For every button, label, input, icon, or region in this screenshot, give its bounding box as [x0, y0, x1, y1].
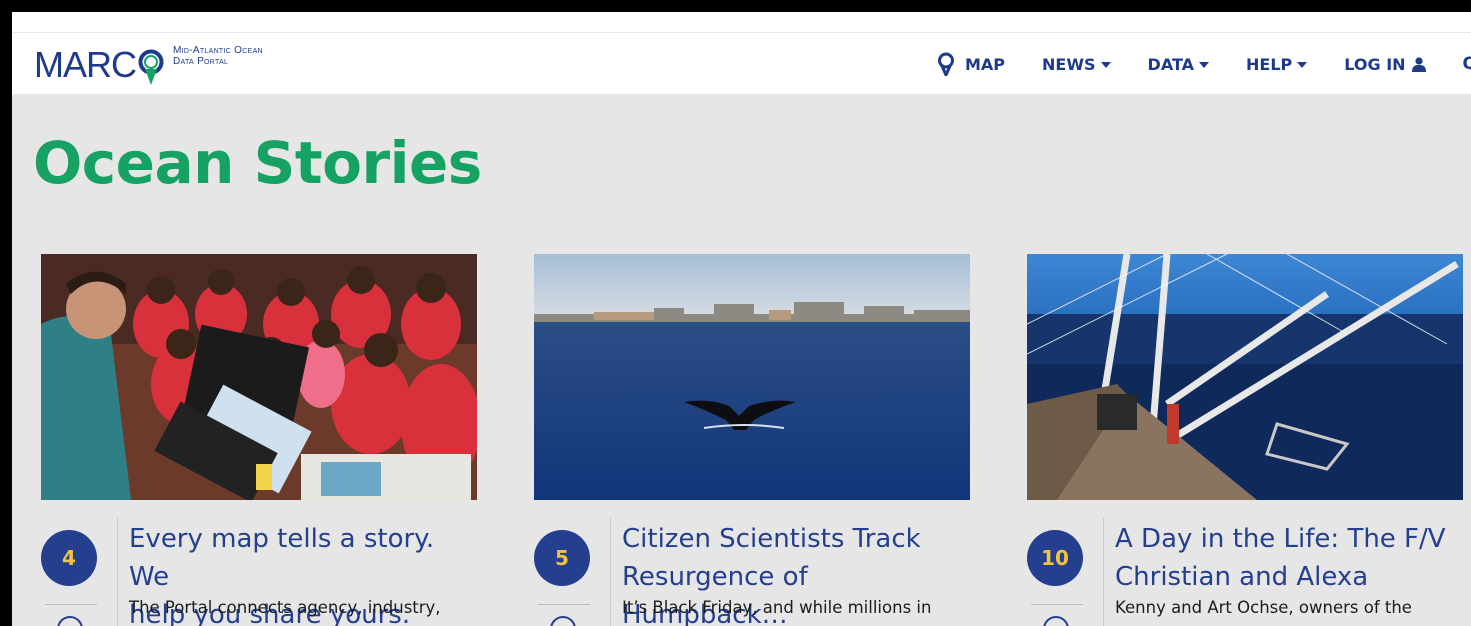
- divider: [610, 518, 611, 626]
- divider: [45, 604, 97, 605]
- nav-map[interactable]: MAP: [937, 52, 1005, 76]
- comment-icon[interactable]: [1043, 616, 1069, 626]
- divider: [117, 518, 118, 626]
- page-title: Ocean Stories: [33, 129, 482, 197]
- top-strip: [12, 12, 1471, 32]
- story-card[interactable]: 5 Citizen Scientists Track Resurgence of…: [534, 254, 970, 626]
- navbar: MARC Mid-Atlantic Ocean Data Portal MAP: [12, 32, 1471, 94]
- nav-data[interactable]: DATA: [1148, 55, 1210, 74]
- main-nav: MAP NEWS DATA HELP LOG IN Q: [937, 33, 1471, 95]
- logo-tagline: Mid-Atlantic Ocean Data Portal: [173, 45, 263, 67]
- browser-frame: MARC Mid-Atlantic Ocean Data Portal MAP: [12, 12, 1471, 626]
- story-card-body: 4 Every map tells a story. We help you s…: [41, 500, 477, 626]
- comment-icon[interactable]: [550, 616, 576, 626]
- nav-login[interactable]: LOG IN: [1344, 55, 1426, 74]
- logo-wordmark: MARC: [34, 46, 165, 85]
- story-card-body: 10 A Day in the Life: The F/V Christian …: [1027, 500, 1463, 626]
- divider: [1103, 518, 1104, 626]
- story-image-classroom[interactable]: [41, 254, 477, 500]
- story-count-badge: 4: [41, 530, 97, 586]
- search-icon[interactable]: Q: [1463, 54, 1471, 74]
- caret-down-icon: [1199, 61, 1210, 68]
- caret-down-icon: [1297, 61, 1308, 68]
- caret-down-icon: [1100, 61, 1111, 68]
- user-icon: [1411, 56, 1426, 72]
- story-image-whale-tail[interactable]: [534, 254, 970, 500]
- nav-news[interactable]: NEWS: [1042, 55, 1111, 74]
- story-excerpt: The Portal connects agency, industry,: [129, 598, 441, 617]
- logo-pin-icon: [138, 49, 164, 85]
- map-pin-icon: [938, 52, 954, 76]
- marco-logo[interactable]: MARC Mid-Atlantic Ocean Data Portal: [34, 43, 263, 87]
- story-count-badge: 5: [534, 530, 590, 586]
- divider: [538, 604, 590, 605]
- comment-icon[interactable]: [57, 616, 83, 626]
- story-card[interactable]: 10 A Day in the Life: The F/V Christian …: [1027, 254, 1463, 626]
- story-count-badge: 10: [1027, 530, 1083, 586]
- story-card[interactable]: 4 Every map tells a story. We help you s…: [41, 254, 477, 626]
- story-card-body: 5 Citizen Scientists Track Resurgence of…: [534, 500, 970, 626]
- story-excerpt: It’s Black Friday, and while millions in: [622, 598, 932, 617]
- story-title[interactable]: A Day in the Life: The F/V Christian and…: [1115, 520, 1467, 596]
- divider: [1031, 604, 1083, 605]
- nav-help[interactable]: HELP: [1246, 55, 1308, 74]
- story-excerpt: Kenny and Art Ochse, owners of the: [1115, 598, 1412, 617]
- story-image-fishing-vessel[interactable]: [1027, 254, 1463, 500]
